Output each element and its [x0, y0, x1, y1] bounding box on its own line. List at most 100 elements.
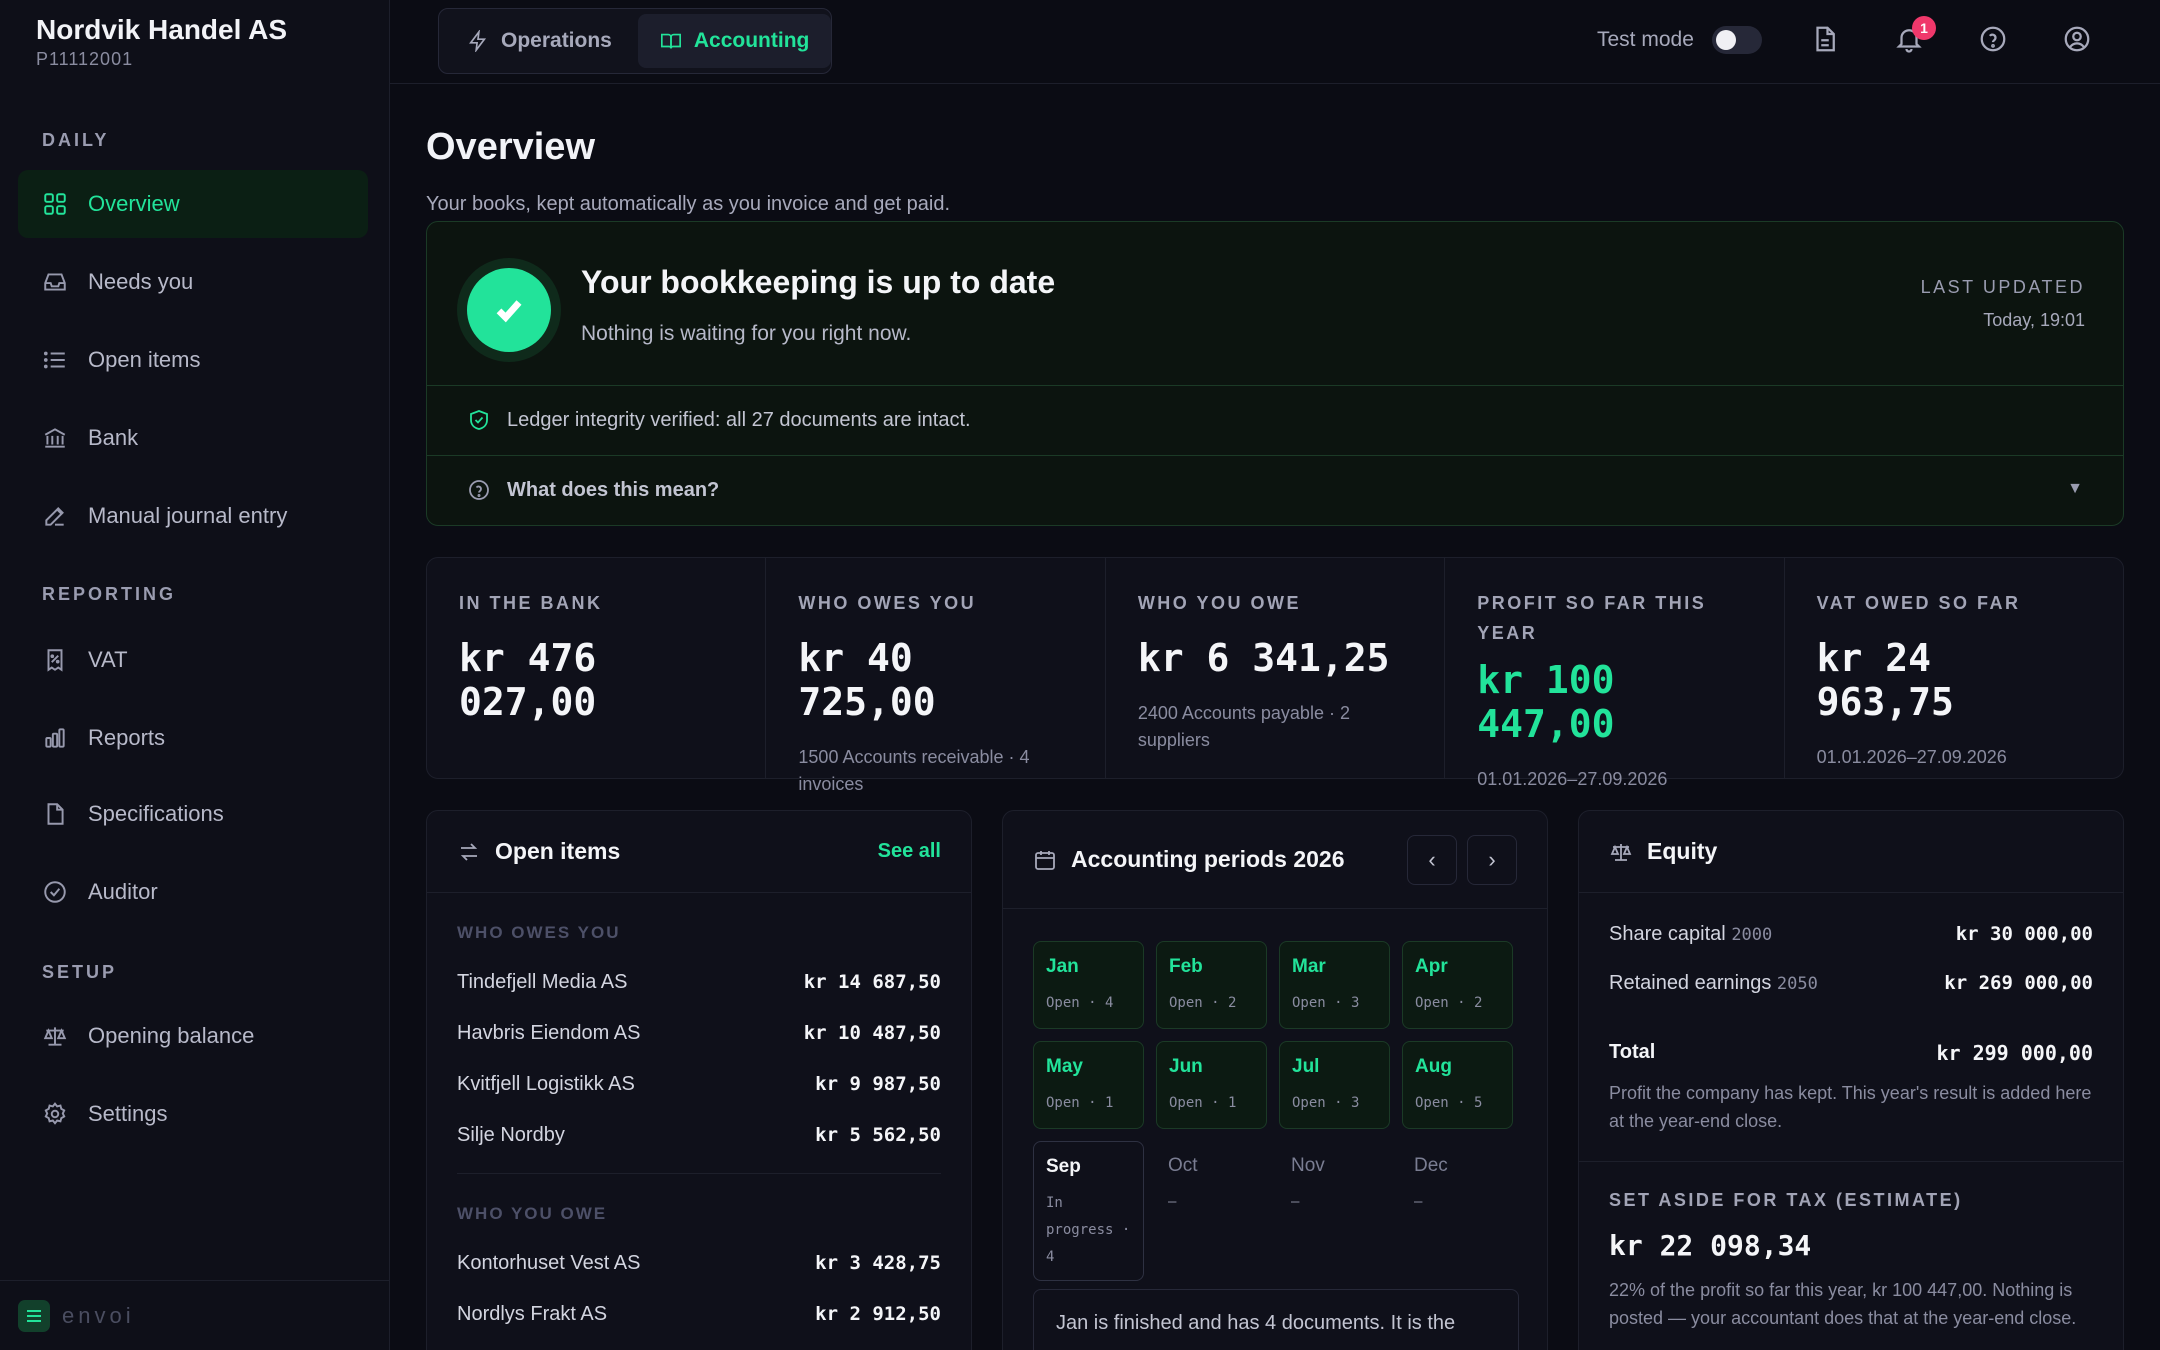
topbar: Operations Accounting Test mode 1 [390, 0, 2160, 84]
account-button[interactable] [2062, 24, 2096, 58]
month-dec[interactable]: Dec – [1402, 1141, 1513, 1229]
equity-panel: Equity Share capital 2000 kr 30 000,00 R… [1578, 810, 2124, 1350]
receipt-percent-icon [47, 649, 63, 672]
sidebar-item-specifications[interactable]: Specifications [18, 780, 368, 848]
metric-bank[interactable]: IN THE BANK kr 476 027,00 [427, 558, 767, 778]
explain-toggle[interactable]: What does this mean? [467, 478, 719, 502]
metric-sub: 01.01.2026–27.09.2026 [1477, 769, 1668, 789]
metric-label: IN THE BANK [459, 593, 603, 613]
company-switcher[interactable]: Nordvik Handel AS P11112001 [36, 14, 287, 70]
counterparty-name: Havbris Eiendom AS [457, 1022, 641, 1044]
sidebar-item-open-items[interactable]: Open items [18, 326, 368, 394]
book-icon [660, 33, 681, 49]
list-item[interactable]: Kvitfjell Logistikk AS kr 9 987,50 [457, 1073, 941, 1096]
tab-accounting[interactable]: Accounting [637, 14, 832, 68]
section-label: WHO YOU OWE [457, 1204, 608, 1223]
metric-vat[interactable]: VAT OWED SO FAR kr 24 963,75 01.01.2026–… [1785, 558, 2123, 778]
sidebar-item-settings[interactable]: Settings [18, 1080, 368, 1148]
list-item[interactable]: Tindefjell Media AS kr 14 687,50 [457, 971, 941, 994]
metric-sub: 1500 Accounts receivable · 4 invoices [798, 747, 1030, 794]
caret-down-icon[interactable]: ▼ [2067, 480, 2083, 498]
sidebar-item-label: VAT [88, 647, 128, 672]
page-title: Overview [426, 126, 595, 168]
next-year-button[interactable]: › [1467, 835, 1517, 885]
status-card: Your bookkeeping is up to date Nothing i… [426, 221, 2124, 526]
document-button[interactable] [1810, 24, 1844, 58]
month-jan[interactable]: Jan Open · 4 [1033, 941, 1144, 1029]
sidebar-item-label: Open items [88, 347, 201, 372]
sidebar: Nordvik Handel AS P11112001 DAILY Overvi… [0, 0, 390, 1350]
tax-label: SET ASIDE FOR TAX (ESTIMATE) [1609, 1190, 1963, 1210]
metric-sub: 2400 Accounts payable · 2 suppliers [1137, 703, 1350, 750]
month-aug[interactable]: Aug Open · 5 [1402, 1041, 1513, 1129]
month-jun[interactable]: Jun Open · 1 [1156, 1041, 1267, 1129]
list-item[interactable]: Nordlys Frakt AS kr 2 912,50 [457, 1303, 941, 1326]
sidebar-item-auditor[interactable]: Auditor [18, 858, 368, 926]
amount: kr 5 562,50 [815, 1124, 941, 1146]
month-name: Jan [1046, 956, 1079, 977]
month-name: Feb [1169, 956, 1203, 977]
list-item[interactable]: Silje Nordby kr 5 562,50 [457, 1124, 941, 1147]
month-nov[interactable]: Nov – [1279, 1141, 1390, 1229]
bank-icon [44, 428, 66, 448]
month-name: Oct [1168, 1155, 1198, 1176]
notifications-button[interactable]: 1 [1894, 16, 1936, 58]
sidebar-item-bank[interactable]: Bank [18, 404, 368, 472]
owes-you-section: WHO OWES YOU Tindefjell Media AS kr 14 68… [427, 923, 971, 1147]
gear-icon [44, 1102, 66, 1125]
document-icon [1816, 26, 1835, 52]
month-status: Open · 3 [1292, 995, 1360, 1011]
month-sep[interactable]: Sep In progress · 4 [1033, 1141, 1144, 1281]
tab-operations[interactable]: Operations [445, 14, 634, 68]
month-oct[interactable]: Oct – [1156, 1141, 1267, 1229]
panel-header: Open items See all [427, 811, 971, 893]
list-item[interactable]: Kontorhuset Vest AS kr 3 428,75 [457, 1252, 941, 1275]
tab-label: Operations [501, 29, 612, 52]
amount: kr 30 000,00 [1955, 923, 2093, 945]
brand-name: envoi [62, 1302, 135, 1328]
month-jul[interactable]: Jul Open · 3 [1279, 1041, 1390, 1129]
month-apr[interactable]: Apr Open · 2 [1402, 941, 1513, 1029]
sidebar-item-vat[interactable]: VAT [18, 626, 368, 694]
brand-logo-icon [18, 1299, 50, 1332]
month-mar[interactable]: Mar Open · 3 [1279, 941, 1390, 1029]
see-all-link[interactable]: See all [878, 840, 941, 863]
month-name: Jun [1169, 1056, 1203, 1077]
metric-value: kr 6 341,25 [1137, 636, 1390, 680]
prev-year-button[interactable]: ‹ [1407, 835, 1457, 885]
month-status: Open · 1 [1169, 1095, 1237, 1111]
sidebar-footer: envoi [0, 1280, 390, 1350]
divider [427, 385, 2123, 386]
metric-value: kr 24 963,75 [1816, 636, 1954, 724]
sidebar-item-needs-you[interactable]: Needs you [18, 248, 368, 316]
sidebar-item-opening-balance[interactable]: Opening balance [18, 1002, 368, 1070]
metric-payables[interactable]: WHO YOU OWE kr 6 341,25 2400 Accounts pa… [1106, 558, 1446, 778]
sidebar-item-manual-journal-entry[interactable]: Manual journal entry [18, 482, 368, 550]
grid-icon [44, 193, 66, 215]
help-button[interactable] [1978, 24, 2012, 58]
accounting-periods-panel: Accounting periods 2026 ‹ › Jan Open · 4 … [1002, 810, 1548, 1350]
sidebar-item-label: Auditor [88, 879, 158, 904]
metric-label: WHO OWES YOU [798, 593, 977, 613]
test-mode-toggle[interactable] [1711, 26, 1762, 54]
sidebar-item-overview[interactable]: Overview [18, 170, 368, 238]
sidebar-item-label: Bank [88, 425, 139, 450]
counterparty-name: Silje Nordby [457, 1124, 565, 1146]
sidebar-item-label: Settings [88, 1101, 168, 1126]
month-name: Nov [1291, 1155, 1325, 1176]
total-label: Total [1609, 1041, 1656, 1063]
metric-profit[interactable]: PROFIT SO FAR THIS YEAR kr 100 447,00 01… [1445, 558, 1785, 789]
section-label-setup: SETUP [42, 962, 118, 982]
test-mode: Test mode [1597, 26, 1762, 54]
sidebar-item-label: Reports [88, 725, 166, 750]
month-may[interactable]: May Open · 1 [1033, 1041, 1144, 1129]
account-number: 2000 [1731, 925, 1773, 945]
help-icon [1980, 26, 2006, 52]
sidebar-item-reports[interactable]: Reports [18, 704, 368, 772]
metric-receivables[interactable]: WHO OWES YOU kr 40 725,00 1500 Accounts … [766, 558, 1106, 794]
equity-body: Share capital 2000 kr 30 000,00 Retained… [1579, 923, 2123, 1135]
sidebar-item-label: Manual journal entry [88, 503, 288, 528]
month-feb[interactable]: Feb Open · 2 [1156, 941, 1267, 1029]
list-item[interactable]: Havbris Eiendom AS kr 10 487,50 [457, 1022, 941, 1045]
month-status: Open · 1 [1046, 1095, 1114, 1111]
